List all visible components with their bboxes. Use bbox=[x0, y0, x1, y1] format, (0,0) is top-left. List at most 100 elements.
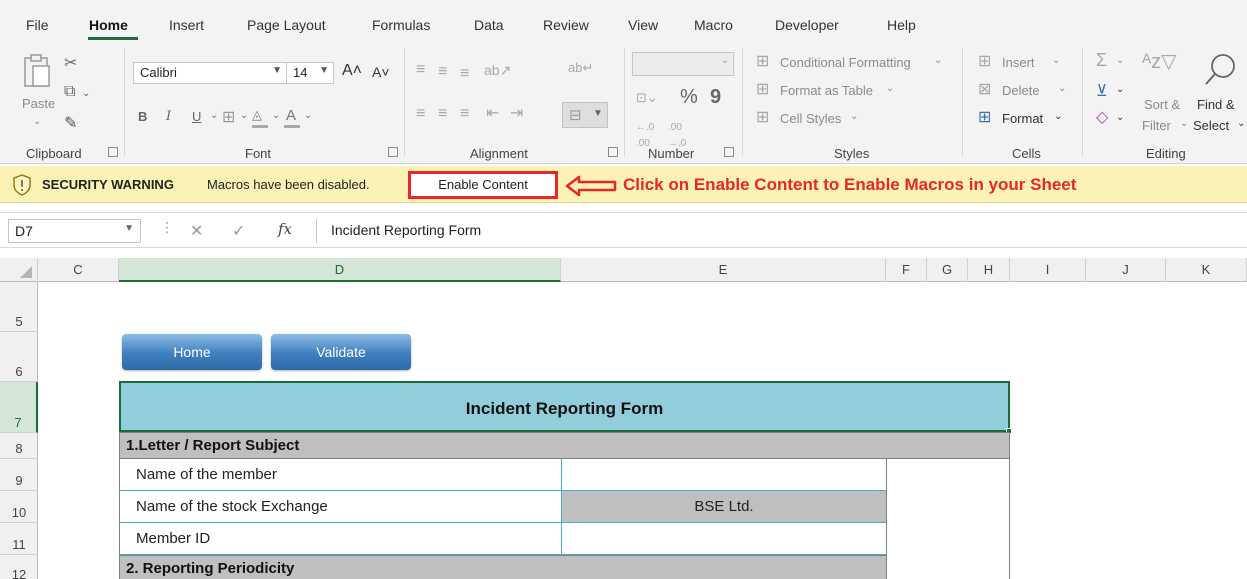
menu-developer[interactable]: Developer bbox=[775, 17, 839, 33]
fill-color-icon[interactable]: ◬ bbox=[252, 107, 262, 123]
chevron-down-icon[interactable]: ⌄ bbox=[1116, 84, 1124, 95]
copy-icon[interactable]: ⧉ bbox=[64, 84, 75, 100]
chevron-down-icon[interactable]: ▼ bbox=[124, 223, 134, 234]
column-header-h[interactable]: H bbox=[968, 258, 1010, 282]
row-header-8[interactable]: 8 bbox=[0, 433, 38, 459]
chevron-down-icon[interactable]: ⌄ bbox=[1180, 118, 1188, 129]
field-label-member-name[interactable]: Name of the member bbox=[119, 459, 561, 491]
menu-insert[interactable]: Insert bbox=[169, 17, 204, 33]
find-search-icon[interactable] bbox=[1203, 52, 1237, 88]
decrease-font-icon[interactable]: A˅ bbox=[372, 64, 390, 80]
chevron-down-icon[interactable]: ⌄ bbox=[304, 110, 312, 121]
font-color-icon[interactable]: A bbox=[286, 107, 296, 124]
increase-indent-icon[interactable]: ⇥ bbox=[510, 106, 523, 122]
italic-icon[interactable]: I bbox=[166, 109, 171, 124]
column-header-k[interactable]: K bbox=[1166, 258, 1247, 282]
font-name-select[interactable]: Calibri ▼ bbox=[133, 62, 287, 84]
row-header-7[interactable]: 7 bbox=[0, 382, 38, 433]
enter-check-icon[interactable]: ✓ bbox=[232, 221, 245, 241]
format-painter-icon[interactable]: ✎ bbox=[64, 116, 77, 132]
chevron-down-icon[interactable]: ⌄ bbox=[240, 110, 248, 121]
menu-help[interactable]: Help bbox=[887, 17, 916, 33]
find-select-label-1[interactable]: Find & bbox=[1197, 97, 1235, 112]
format-cells-button[interactable]: Format bbox=[1002, 111, 1043, 126]
copy-dropdown-icon[interactable]: ⌄ bbox=[82, 86, 90, 102]
format-as-table-icon[interactable]: ⊞ bbox=[756, 82, 769, 98]
merge-center-button[interactable]: ⊟ ▼ bbox=[562, 102, 608, 128]
section-letter-report-subject[interactable]: 1.Letter / Report Subject bbox=[119, 432, 1010, 459]
sort-filter-label-1[interactable]: Sort & bbox=[1144, 97, 1180, 112]
formula-input[interactable]: Incident Reporting Form bbox=[316, 219, 1240, 243]
clipboard-launcher-icon[interactable] bbox=[108, 147, 118, 157]
chevron-down-icon[interactable]: ⌄ bbox=[1058, 83, 1066, 94]
percent-icon[interactable]: % bbox=[680, 86, 698, 109]
align-bottom-icon[interactable]: ≡ bbox=[460, 66, 469, 82]
home-button[interactable]: Home bbox=[122, 334, 262, 370]
chevron-down-icon[interactable]: ⌄ bbox=[1237, 118, 1245, 129]
chevron-down-icon[interactable]: ⌄ bbox=[934, 55, 942, 66]
autosum-icon[interactable]: Σ bbox=[1096, 51, 1107, 69]
borders-icon[interactable]: ⊞ bbox=[222, 110, 235, 126]
menu-data[interactable]: Data bbox=[474, 17, 504, 33]
column-header-e[interactable]: E bbox=[561, 258, 886, 282]
align-left-icon[interactable]: ≡ bbox=[416, 106, 425, 122]
row-header-12[interactable]: 12 bbox=[0, 555, 38, 579]
row-header-5[interactable]: 5 bbox=[0, 282, 38, 332]
underline-icon[interactable]: U bbox=[192, 109, 201, 124]
delete-cells-icon[interactable]: ⊠ bbox=[978, 82, 991, 98]
number-launcher-icon[interactable] bbox=[724, 147, 734, 157]
menu-view[interactable]: View bbox=[628, 17, 658, 33]
clear-icon[interactable]: ◇ bbox=[1096, 110, 1108, 126]
row-header-6[interactable]: 6 bbox=[0, 332, 38, 382]
conditional-formatting-icon[interactable]: ⊞ bbox=[756, 54, 769, 70]
menu-review[interactable]: Review bbox=[543, 17, 589, 33]
cell-styles-button[interactable]: Cell Styles bbox=[780, 111, 841, 126]
chevron-down-icon[interactable]: ⌄ bbox=[1116, 112, 1124, 123]
find-select-label-2[interactable]: Select bbox=[1193, 118, 1229, 133]
cancel-icon[interactable]: ✕ bbox=[190, 221, 203, 241]
menu-page-layout[interactable]: Page Layout bbox=[247, 17, 326, 33]
align-top-icon[interactable]: ≡ bbox=[416, 62, 425, 78]
bold-icon[interactable]: B bbox=[138, 109, 147, 124]
accounting-format-icon[interactable]: ⊡⌄ bbox=[636, 90, 658, 106]
menu-formulas[interactable]: Formulas bbox=[372, 17, 430, 33]
align-center-icon[interactable]: ≡ bbox=[438, 106, 447, 122]
paste-dropdown-icon[interactable]: ⌄ bbox=[33, 116, 41, 127]
row-header-10[interactable]: 10 bbox=[0, 491, 38, 523]
menu-home[interactable]: Home bbox=[89, 17, 128, 33]
chevron-down-icon[interactable]: ⌄ bbox=[1054, 111, 1062, 122]
column-header-j[interactable]: J bbox=[1086, 258, 1166, 282]
column-header-d[interactable]: D bbox=[119, 258, 561, 282]
member-name-input[interactable] bbox=[561, 459, 886, 491]
align-middle-icon[interactable]: ≡ bbox=[438, 64, 447, 80]
chevron-down-icon[interactable]: ⌄ bbox=[850, 111, 858, 122]
fill-icon[interactable]: ⊻ bbox=[1096, 84, 1108, 100]
column-header-g[interactable]: G bbox=[927, 258, 968, 282]
font-launcher-icon[interactable] bbox=[388, 147, 398, 157]
form-title-cell[interactable]: Incident Reporting Form bbox=[119, 381, 1012, 434]
sort-filter-icon[interactable]: ᴬᴢ▽ bbox=[1142, 52, 1176, 72]
cut-icon[interactable]: ✂ bbox=[64, 56, 77, 72]
chevron-down-icon[interactable]: ⌄ bbox=[1116, 55, 1124, 66]
paste-label[interactable]: Paste bbox=[22, 96, 55, 111]
chevron-down-icon[interactable]: ⌄ bbox=[1052, 55, 1060, 66]
format-as-table-button[interactable]: Format as Table bbox=[780, 83, 873, 98]
field-label-stock-exchange[interactable]: Name of the stock Exchange bbox=[119, 491, 561, 523]
format-cells-icon[interactable]: ⊞ bbox=[978, 110, 991, 126]
insert-cells-icon[interactable]: ⊞ bbox=[978, 54, 991, 70]
field-label-member-id[interactable]: Member ID bbox=[119, 523, 561, 555]
insert-cells-button[interactable]: Insert bbox=[1002, 55, 1035, 70]
column-header-i[interactable]: I bbox=[1010, 258, 1086, 282]
select-all-corner[interactable] bbox=[0, 258, 38, 282]
font-size-select[interactable]: 14 ▼ bbox=[286, 62, 334, 84]
member-id-input[interactable] bbox=[561, 523, 886, 555]
align-right-icon[interactable]: ≡ bbox=[460, 106, 469, 122]
validate-button[interactable]: Validate bbox=[271, 334, 411, 370]
insert-function-icon[interactable]: fx bbox=[278, 220, 292, 238]
orientation-icon[interactable]: ab↗ bbox=[484, 62, 511, 78]
row-header-9[interactable]: 9 bbox=[0, 459, 38, 491]
paste-icon[interactable] bbox=[22, 54, 52, 88]
decrease-indent-icon[interactable]: ⇤ bbox=[486, 106, 499, 122]
name-box[interactable]: D7 ▼ bbox=[8, 219, 141, 243]
sort-filter-label-2[interactable]: Filter bbox=[1142, 118, 1171, 133]
